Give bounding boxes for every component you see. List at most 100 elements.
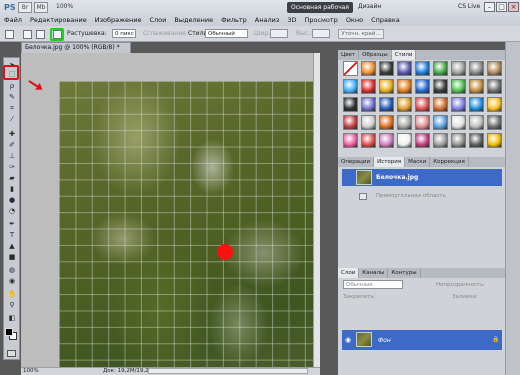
clone-stamp-icon[interactable]: ⊥ xyxy=(7,152,17,160)
tab-actions[interactable]: Операции xyxy=(338,157,375,167)
style-swatch[interactable] xyxy=(415,115,430,130)
style-swatch[interactable] xyxy=(487,133,502,148)
style-swatch[interactable] xyxy=(361,115,376,130)
status-zoom[interactable]: 100% xyxy=(23,368,39,375)
workspace-design-button[interactable]: Дизайн xyxy=(358,3,381,10)
style-swatch[interactable] xyxy=(397,133,412,148)
menu-filter[interactable]: Фильтр xyxy=(217,14,251,26)
lasso-tool-icon[interactable]: ρ xyxy=(7,82,17,90)
dodge-tool-icon[interactable]: ◔ xyxy=(7,207,17,215)
history-item-rect-selection[interactable]: Прямоугольная область xyxy=(342,188,502,205)
tab-history[interactable]: История xyxy=(374,157,406,167)
style-swatch[interactable] xyxy=(469,133,484,148)
tab-styles[interactable]: Стили xyxy=(391,50,417,60)
style-swatch[interactable] xyxy=(379,61,394,76)
style-swatch[interactable] xyxy=(415,61,430,76)
style-swatch[interactable] xyxy=(361,61,376,76)
history-item-snapshot[interactable]: Белочка.jpg xyxy=(342,169,502,186)
style-swatch[interactable] xyxy=(487,97,502,112)
style-swatch[interactable] xyxy=(415,79,430,94)
style-swatch[interactable] xyxy=(433,97,448,112)
style-swatch[interactable] xyxy=(397,79,412,94)
style-swatch[interactable] xyxy=(487,61,502,76)
path-select-icon[interactable]: ▲ xyxy=(7,242,17,250)
feather-field[interactable]: 0 пикс xyxy=(112,29,136,38)
workspace-essentials-button[interactable]: Основная рабочая среда xyxy=(287,2,353,22)
foreground-color-swatch[interactable] xyxy=(5,328,13,336)
style-swatch[interactable] xyxy=(451,61,466,76)
style-swatch[interactable] xyxy=(433,61,448,76)
healing-brush-icon[interactable]: ✚ xyxy=(7,130,17,138)
shape-tool-icon[interactable]: ■ xyxy=(7,253,17,261)
antialias-checkbox[interactable]: Сглаживание xyxy=(143,30,186,37)
style-swatch[interactable] xyxy=(487,115,502,130)
menu-window[interactable]: Окно xyxy=(342,14,367,26)
refine-edge-button[interactable]: Уточн. край... xyxy=(338,29,384,39)
3d-rotate-icon[interactable]: ◍ xyxy=(7,266,17,274)
style-swatch[interactable] xyxy=(379,133,394,148)
style-swatch[interactable] xyxy=(433,115,448,130)
style-swatch[interactable] xyxy=(361,97,376,112)
layer-row-background[interactable]: ◉ Фон 🔒 xyxy=(342,330,502,350)
style-swatch[interactable] xyxy=(433,79,448,94)
vertical-scrollbar[interactable] xyxy=(313,53,320,368)
cs-live-button[interactable]: CS Live xyxy=(458,3,480,10)
style-swatch[interactable] xyxy=(397,97,412,112)
eraser-tool-icon[interactable]: ▰ xyxy=(7,174,17,182)
horizontal-scrollbar[interactable] xyxy=(148,368,308,374)
height-field[interactable] xyxy=(312,29,330,38)
zoom-level[interactable]: 100% xyxy=(56,3,73,10)
brush-tool-icon[interactable]: ✐ xyxy=(7,141,17,149)
document-tab[interactable]: Белочка.jpg @ 100% (RGB/8) * xyxy=(21,42,131,53)
tab-masks[interactable]: Маски xyxy=(405,157,431,167)
style-swatch[interactable] xyxy=(451,97,466,112)
new-selection-icon[interactable] xyxy=(23,30,32,39)
tab-channels[interactable]: Каналы xyxy=(359,268,389,278)
menu-view[interactable]: Просмотр xyxy=(300,14,341,26)
blur-tool-icon[interactable]: ● xyxy=(7,196,17,204)
style-swatch[interactable] xyxy=(487,79,502,94)
menu-analysis[interactable]: Анализ xyxy=(251,14,284,26)
menu-image[interactable]: Изображение xyxy=(91,14,146,26)
hand-tool-icon[interactable]: ✋ xyxy=(7,290,17,298)
tab-adjustments[interactable]: Коррекция xyxy=(430,157,469,167)
quick-mask-icon[interactable] xyxy=(7,350,16,357)
style-swatch[interactable] xyxy=(379,115,394,130)
pen-tool-icon[interactable]: ✒ xyxy=(7,220,17,228)
tab-paths[interactable]: Контуры xyxy=(388,268,421,278)
style-swatch[interactable] xyxy=(343,79,358,94)
style-swatch[interactable] xyxy=(469,115,484,130)
blend-mode-select[interactable]: Обычные xyxy=(343,280,403,289)
marquee-preset-icon[interactable] xyxy=(5,30,14,39)
style-select[interactable]: Обычный xyxy=(205,29,248,38)
doc-size-info[interactable]: Док: 19,2M/19,2M xyxy=(103,368,153,375)
style-swatch[interactable] xyxy=(433,133,448,148)
minimize-button[interactable]: – xyxy=(484,2,495,12)
menu-file[interactable]: Файл xyxy=(0,14,26,26)
style-swatch[interactable] xyxy=(379,79,394,94)
tab-layers[interactable]: Слои xyxy=(338,268,360,278)
menu-edit[interactable]: Редактирование xyxy=(26,14,91,26)
3d-camera-icon[interactable]: ◉ xyxy=(7,277,17,285)
image-canvas[interactable] xyxy=(59,81,315,368)
style-swatch[interactable] xyxy=(361,133,376,148)
gradient-tool-icon[interactable]: ▮ xyxy=(7,185,17,193)
menu-help[interactable]: Справка xyxy=(367,14,404,26)
type-tool-icon[interactable]: T xyxy=(7,231,17,239)
minibridge-icon[interactable]: Mb xyxy=(34,2,48,13)
close-button[interactable]: × xyxy=(508,2,519,12)
style-swatch[interactable] xyxy=(469,61,484,76)
style-swatch[interactable] xyxy=(451,115,466,130)
menu-3d[interactable]: 3D xyxy=(283,14,300,26)
crop-tool-icon[interactable]: ⌗ xyxy=(7,104,17,112)
quick-select-icon[interactable]: ✎ xyxy=(7,93,17,101)
style-swatch[interactable] xyxy=(343,133,358,148)
style-swatch[interactable] xyxy=(361,79,376,94)
default-colors-icon[interactable]: ◧ xyxy=(7,314,17,322)
style-swatch[interactable] xyxy=(397,61,412,76)
style-swatch[interactable] xyxy=(469,79,484,94)
style-swatch[interactable] xyxy=(343,61,358,76)
style-swatch[interactable] xyxy=(397,115,412,130)
tab-color[interactable]: Цвет xyxy=(338,50,360,60)
style-swatch[interactable] xyxy=(415,97,430,112)
